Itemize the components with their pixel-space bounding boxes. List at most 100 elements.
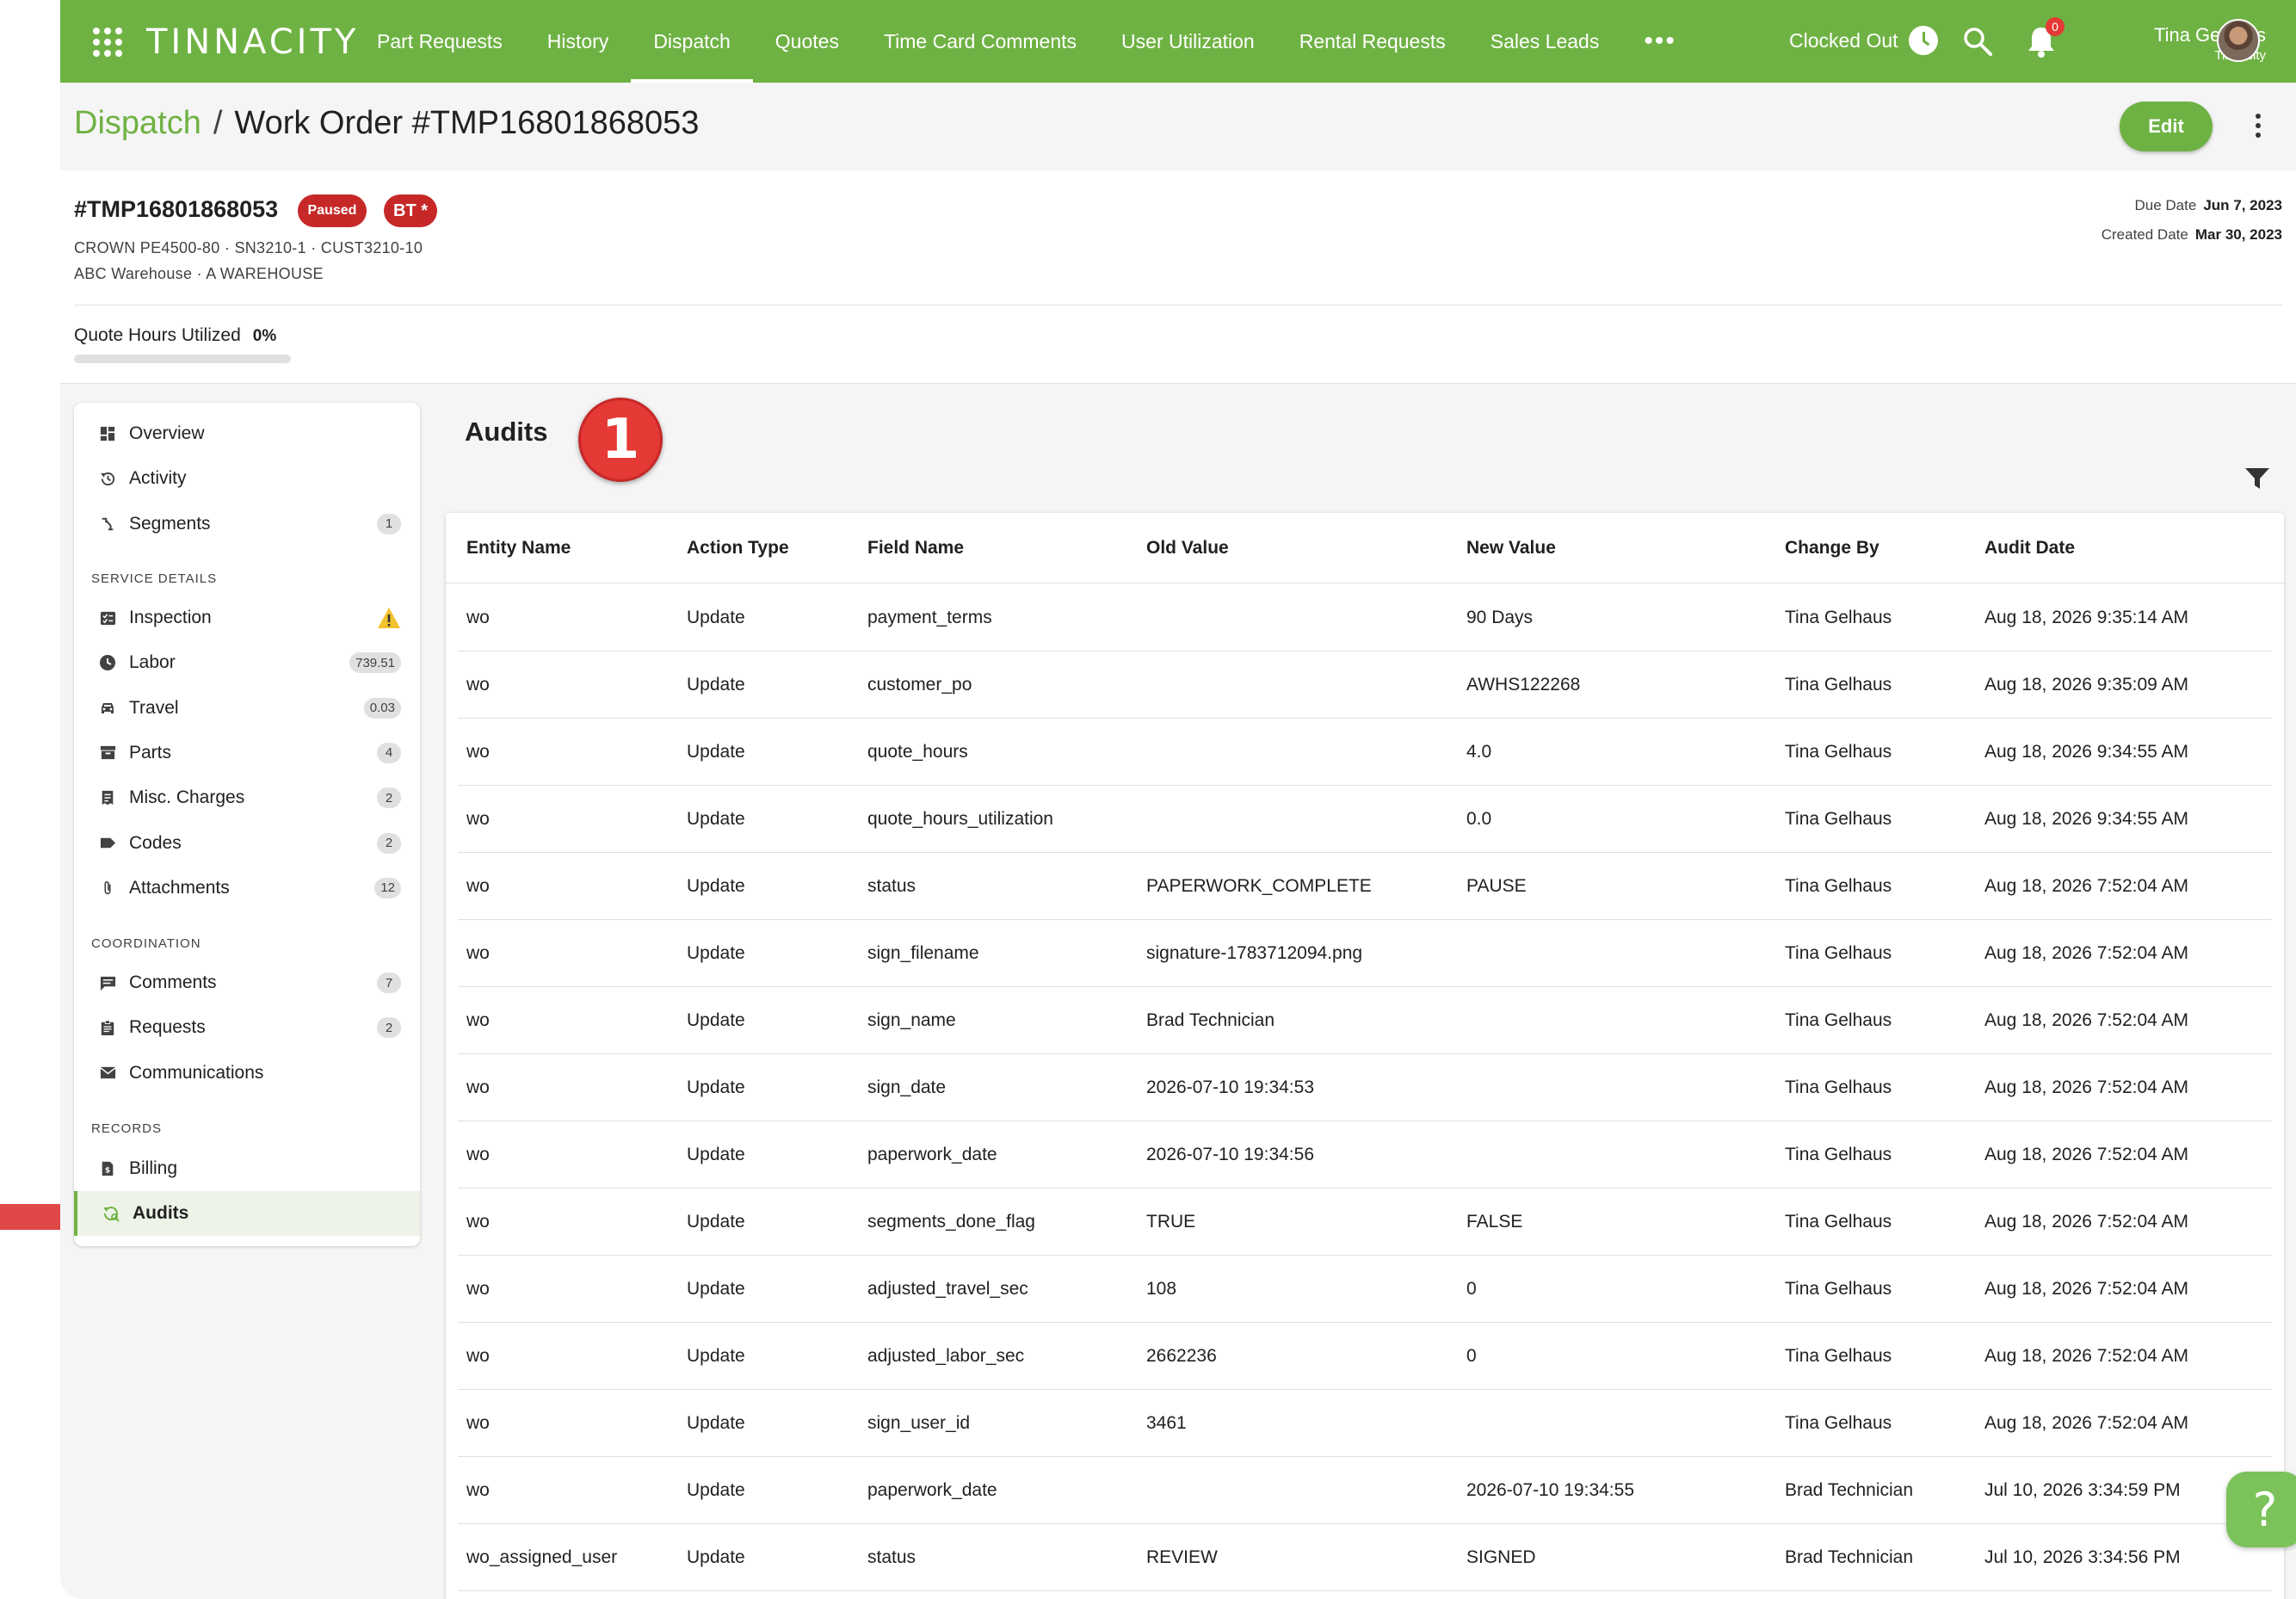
nav-item-dispatch[interactable]: Dispatch bbox=[631, 0, 754, 83]
nav-item-part-requests[interactable]: Part Requests bbox=[355, 0, 525, 83]
nav-item-sales-leads[interactable]: Sales Leads bbox=[1468, 0, 1622, 83]
table-row[interactable]: wo Update paperwork_date 2026-07-10 19:34:5… bbox=[458, 1121, 2272, 1188]
sidebar-item-activity[interactable]: Activity bbox=[74, 456, 420, 501]
table-row[interactable]: wo Update customer_po AWHS122268 Tina Gelhau… bbox=[458, 651, 2272, 719]
sidebar-item-overview[interactable]: Overview bbox=[74, 411, 420, 456]
table-cell: wo bbox=[466, 675, 490, 695]
column-header[interactable]: Audit Date bbox=[1984, 538, 2075, 559]
table-cell: Tina Gelhaus bbox=[1785, 1145, 1892, 1164]
clock-status[interactable]: Clocked Out bbox=[1789, 26, 1938, 55]
table-cell: wo bbox=[466, 809, 490, 829]
table-row[interactable]: wo Update sign_name Brad Technician Tina Gel… bbox=[458, 987, 2272, 1054]
column-header[interactable]: Change By bbox=[1785, 538, 1879, 559]
table-row[interactable]: wo Update sign_filename signature-178371209… bbox=[458, 920, 2272, 987]
step-marker: 1 bbox=[578, 398, 663, 482]
column-header[interactable]: New Value bbox=[1466, 538, 1556, 559]
table-cell: Update bbox=[687, 1145, 745, 1164]
table-cell: 0.0 bbox=[1466, 809, 1492, 829]
count-badge: 2 bbox=[377, 832, 401, 854]
sidebar-item-requests[interactable]: Requests 2 bbox=[74, 1005, 420, 1050]
more-nav-icon[interactable]: ••• bbox=[1621, 0, 1699, 83]
status-badge: Paused bbox=[298, 194, 367, 227]
location-line: ABC Warehouse · A WAREHOUSE bbox=[74, 265, 324, 282]
tag-badge: BT * bbox=[384, 194, 437, 227]
avatar[interactable] bbox=[2217, 19, 2260, 62]
table-cell: PAUSE bbox=[1466, 876, 1527, 896]
table-row[interactable]: wo Update payment_terms 90 Days Tina Gelhaus… bbox=[458, 584, 2272, 651]
equipment-line: CROWN PE4500-80 · SN3210-1 · CUST3210-10 bbox=[74, 239, 423, 256]
brand-logo[interactable]: TINNACITY bbox=[146, 22, 359, 62]
table-cell: Update bbox=[687, 1010, 745, 1030]
column-header[interactable]: Old Value bbox=[1146, 538, 1229, 559]
table-cell: 108 bbox=[1146, 1279, 1177, 1299]
sidebar-item-misc-charges[interactable]: Misc. Charges 2 bbox=[74, 775, 420, 820]
section-heading-coordination: COORDINATION bbox=[91, 936, 201, 951]
main-nav: Part Requests History Dispatch Quotes Time C… bbox=[355, 0, 1699, 83]
table-cell: status bbox=[867, 1547, 917, 1567]
table-row[interactable]: wo_assigned_user Update status REVIEW SIGNED… bbox=[458, 1524, 2272, 1591]
sidebar-item-audits[interactable]: Audits bbox=[74, 1191, 420, 1237]
table-cell: adjusted_travel_sec bbox=[867, 1279, 1028, 1299]
table-row[interactable]: wo Update sign_user_id 3461 Tina Gelhaus Aug … bbox=[458, 1390, 2272, 1457]
table-cell: Update bbox=[687, 1413, 745, 1433]
column-header[interactable]: Entity Name bbox=[466, 538, 571, 559]
table-cell: wo bbox=[466, 1413, 490, 1433]
quote-hours: Quote Hours Utilized 0% bbox=[74, 325, 276, 346]
table-row[interactable]: wo Update quote_hours 4.0 Tina Gelhaus Aug 18… bbox=[458, 719, 2272, 786]
sidebar-item-attachments[interactable]: Attachments 12 bbox=[74, 866, 420, 911]
sidebar-item-codes[interactable]: Codes 2 bbox=[74, 821, 420, 866]
sidebar-item-inspection[interactable]: Inspection bbox=[74, 596, 420, 640]
table-row[interactable]: wo Update paperwork_date 2026-07-10 19:34:5… bbox=[458, 1457, 2272, 1524]
due-date-value: Jun 7, 2023 bbox=[2203, 197, 2282, 213]
divider bbox=[74, 305, 2282, 306]
nav-item-rental-requests[interactable]: Rental Requests bbox=[1277, 0, 1468, 83]
table-cell: adjusted_labor_sec bbox=[867, 1346, 1025, 1366]
column-header[interactable]: Action Type bbox=[687, 538, 789, 559]
sidebar-item-comments[interactable]: Comments 7 bbox=[74, 960, 420, 1005]
filter-icon[interactable] bbox=[2244, 466, 2270, 491]
table-row[interactable]: wo Update adjusted_travel_sec 108 0 Tina Gelh… bbox=[458, 1256, 2272, 1323]
nav-item-time-card-comments[interactable]: Time Card Comments bbox=[861, 0, 1099, 83]
nav-item-history[interactable]: History bbox=[525, 0, 632, 83]
more-options-icon[interactable] bbox=[2253, 114, 2263, 141]
table-cell: status bbox=[867, 876, 917, 896]
sidebar-item-label: Misc. Charges bbox=[129, 787, 245, 808]
table-cell: Aug 18, 2026 9:35:14 AM bbox=[1984, 608, 2189, 627]
sidebar-item-segments[interactable]: Segments 1 bbox=[74, 502, 420, 546]
table-row[interactable]: wo Update quote_hours_utilization 0.0 Tina G… bbox=[458, 786, 2272, 853]
search-icon[interactable] bbox=[1962, 26, 1993, 57]
breadcrumb-dispatch-link[interactable]: Dispatch bbox=[74, 105, 201, 141]
table-row[interactable]: wo Update adjusted_labor_sec 2662236 0 Tina G… bbox=[458, 1323, 2272, 1390]
due-date-label: Due Date bbox=[2134, 197, 2197, 213]
notification-count-badge: 0 bbox=[2046, 17, 2065, 36]
sidebar-item-label: Requests bbox=[129, 1017, 206, 1038]
sidebar-item-communications[interactable]: Communications bbox=[74, 1051, 420, 1096]
section-heading-service-details: SERVICE DETAILS bbox=[91, 571, 218, 586]
inspection-icon bbox=[98, 608, 117, 627]
paperclip-icon bbox=[98, 879, 117, 898]
apps-grid-icon[interactable] bbox=[93, 28, 122, 57]
help-button[interactable]: ? bbox=[2226, 1472, 2296, 1547]
comment-icon bbox=[98, 973, 117, 992]
sidebar-item-labor[interactable]: Labor 739.51 bbox=[74, 640, 420, 685]
table-row[interactable]: wo Update sign_date 2026-07-10 19:34:53 Tina… bbox=[458, 1054, 2272, 1121]
section-title: Audits bbox=[465, 417, 548, 447]
column-header[interactable]: Field Name bbox=[867, 538, 964, 559]
table-row[interactable]: wo Update status PAPERWORK_COMPLETE PAUSE Tin… bbox=[458, 853, 2272, 920]
nav-item-quotes[interactable]: Quotes bbox=[753, 0, 861, 83]
sidebar-item-label: Inspection bbox=[129, 608, 212, 627]
table-cell: Tina Gelhaus bbox=[1785, 675, 1892, 695]
nav-item-user-utilization[interactable]: User Utilization bbox=[1099, 0, 1277, 83]
sidebar-item-billing[interactable]: $ Billing bbox=[74, 1146, 420, 1191]
created-date-label: Created Date bbox=[2101, 226, 2188, 243]
table-cell: TRUE bbox=[1146, 1212, 1196, 1232]
sidebar-item-label: Codes bbox=[129, 832, 182, 853]
edit-button[interactable]: Edit bbox=[2120, 102, 2213, 151]
sidebar-item-label: Comments bbox=[129, 972, 217, 992]
table-cell: Aug 18, 2026 7:52:04 AM bbox=[1984, 1077, 2189, 1097]
sidebar-item-travel[interactable]: Travel 0.03 bbox=[74, 686, 420, 731]
table-cell: SIGNED bbox=[1466, 1547, 1536, 1567]
sidebar-item-parts[interactable]: Parts 4 bbox=[74, 731, 420, 775]
table-cell: 4.0 bbox=[1466, 742, 1492, 762]
table-row[interactable]: wo Update segments_done_flag TRUE FALSE Tina … bbox=[458, 1188, 2272, 1256]
